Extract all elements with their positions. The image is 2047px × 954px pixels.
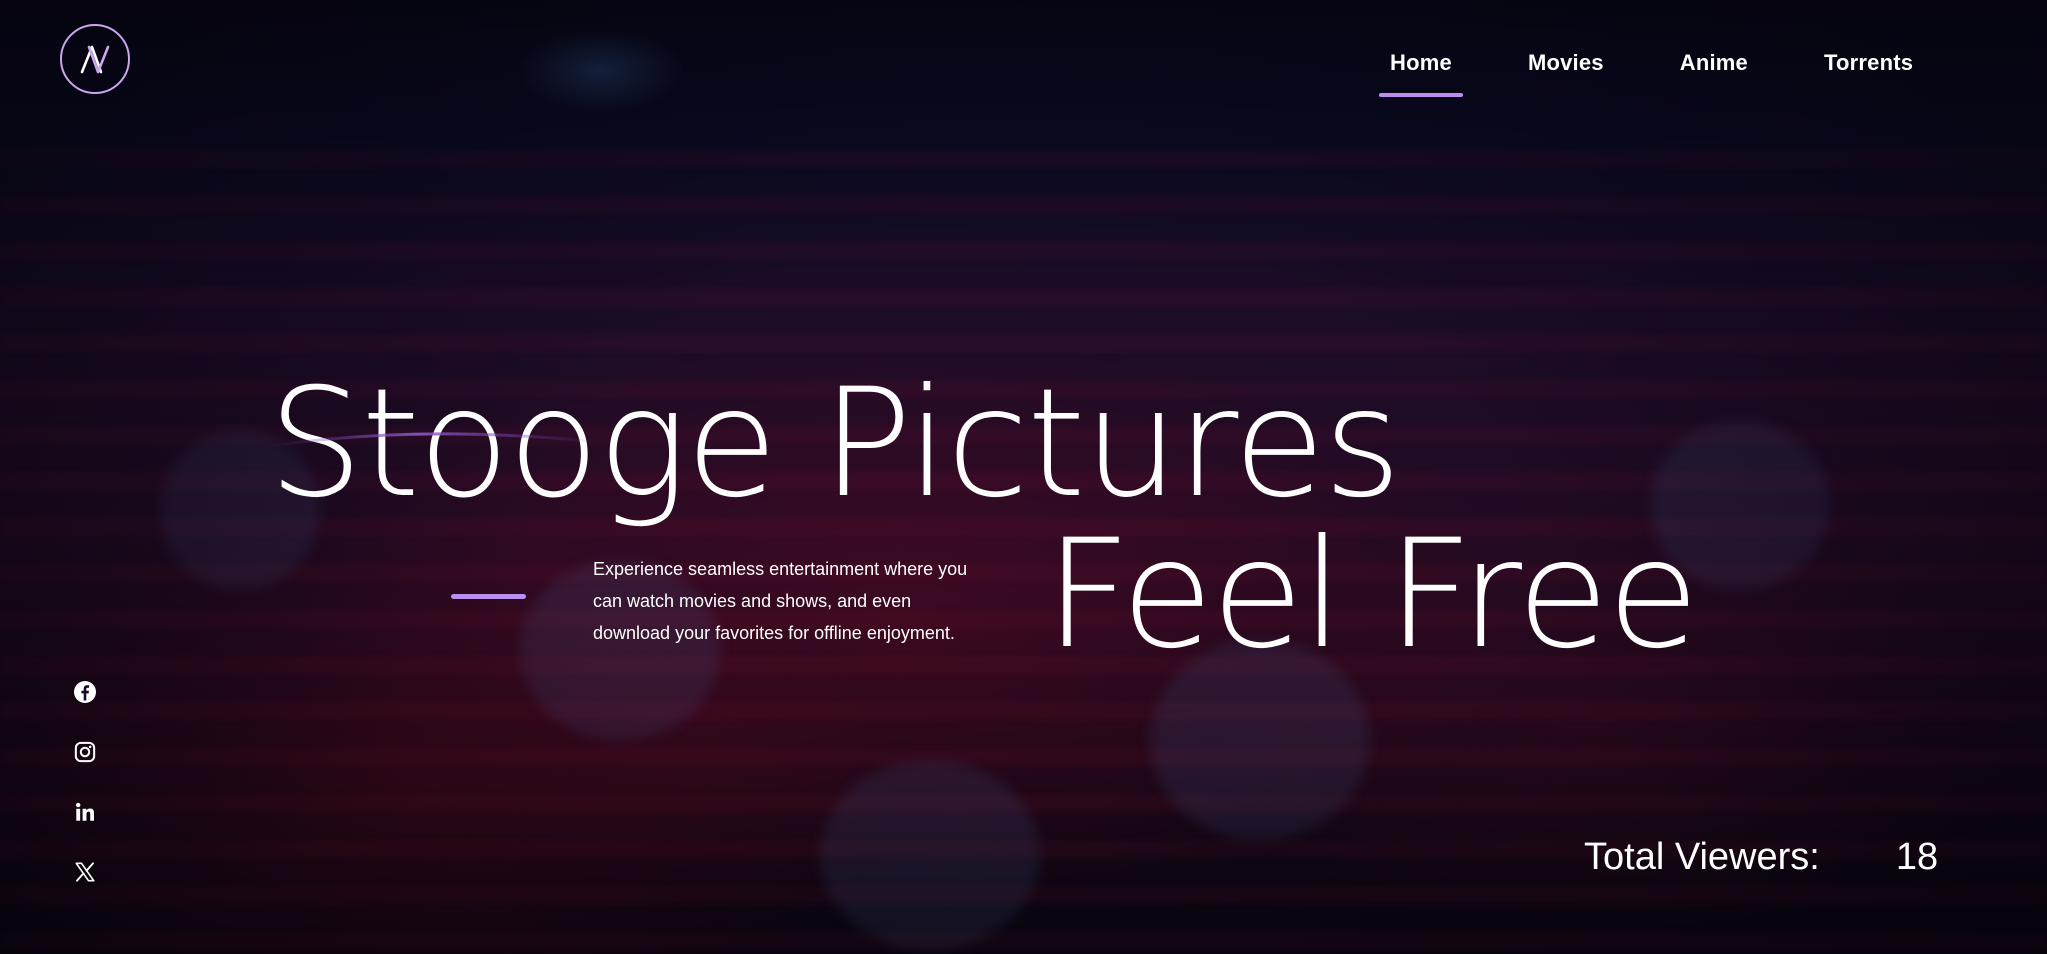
social-links: [72, 680, 98, 884]
nav-item-anime[interactable]: Anime: [1680, 50, 1748, 76]
instagram-icon[interactable]: [72, 740, 98, 764]
nav-item-label: Movies: [1527, 50, 1604, 75]
nav-item-label: Torrents: [1823, 50, 1914, 75]
nav-item-label: Anime: [1679, 50, 1748, 75]
nav-item-movies[interactable]: Movies: [1528, 50, 1604, 76]
x-twitter-icon[interactable]: [72, 860, 98, 884]
nav-item-torrents[interactable]: Torrents: [1824, 50, 1913, 76]
accent-dash: [451, 594, 526, 599]
stylized-xm-monogram-icon: [80, 45, 110, 74]
viewers-count: 18: [1895, 836, 1939, 878]
site-logo[interactable]: [60, 24, 130, 94]
viewers-label: Total Viewers:: [1584, 836, 1820, 878]
title-swoosh-decoration: [270, 432, 602, 448]
nav-item-home[interactable]: Home: [1379, 50, 1463, 97]
main-nav: Home Movies Anime Torrents: [1379, 50, 1913, 97]
nav-item-label: Home: [1390, 50, 1452, 75]
hero-description: Experience seamless entertainment where …: [593, 559, 968, 643]
facebook-icon[interactable]: [72, 680, 98, 704]
viewers-stat: Total Viewers: 18: [1584, 836, 1938, 879]
hero-section: Home Movies Anime Torrents Stooge Pictur…: [0, 0, 2047, 954]
hero-tagline: Feel Free: [1045, 508, 1699, 682]
linkedin-icon[interactable]: [72, 800, 98, 824]
nav-active-indicator: [1379, 93, 1463, 97]
